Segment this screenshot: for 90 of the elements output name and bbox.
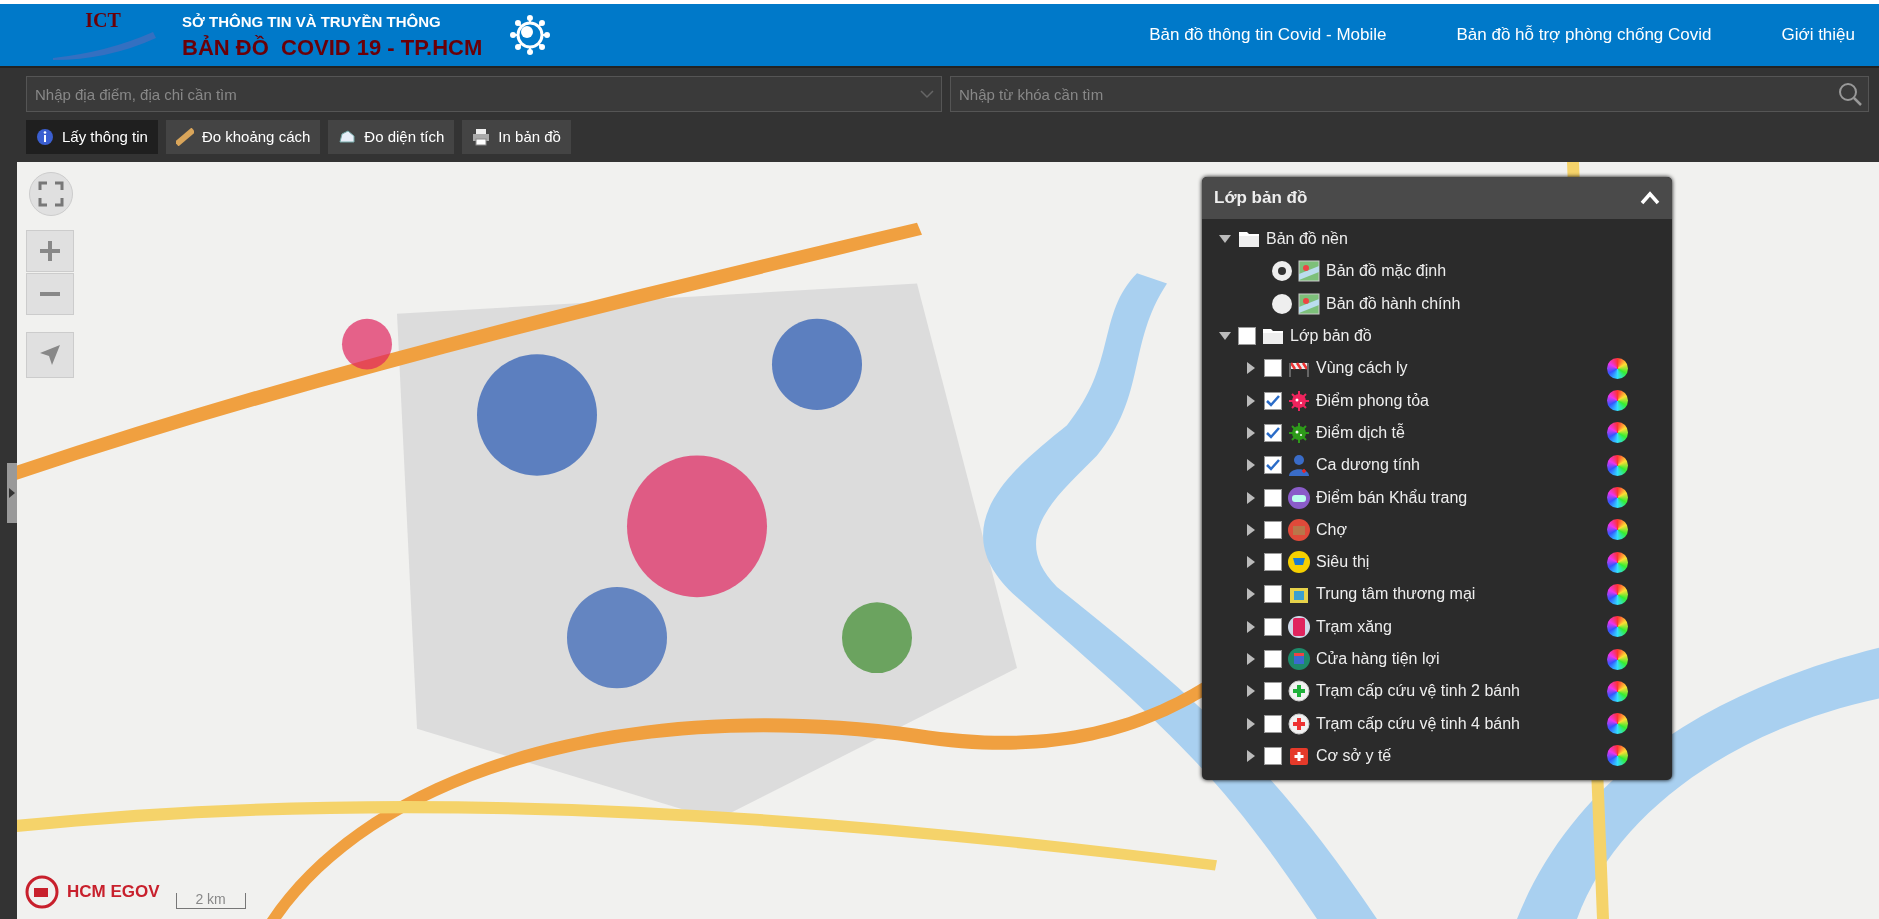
layer-label[interactable]: Trung tâm thương mại <box>1316 582 1476 607</box>
site-title: BẢN ĐỒ COVID 19 - TP.HCM <box>182 37 483 60</box>
sidebar-toggle[interactable] <box>7 463 17 523</box>
checkbox[interactable] <box>1264 359 1282 378</box>
layer-label[interactable]: Trạm xăng <box>1316 614 1392 639</box>
locate-button[interactable] <box>26 332 74 378</box>
map-icon <box>1298 292 1320 315</box>
checkbox[interactable] <box>1264 423 1282 442</box>
tool-button[interactable]: Đo diện tích <box>328 120 455 154</box>
zoom-out-button[interactable] <box>26 273 74 315</box>
checkbox[interactable] <box>1264 488 1282 507</box>
layer-label[interactable]: Vùng cách ly <box>1316 356 1408 381</box>
shop-icon <box>1288 648 1310 670</box>
checkbox[interactable] <box>1264 456 1282 475</box>
ict-logo-text: ICT <box>85 10 121 30</box>
color-picker-icon[interactable] <box>1607 648 1628 670</box>
tool-button[interactable]: Lấy thông tin <box>26 120 158 154</box>
layer-label[interactable]: Điểm dịch tễ <box>1316 420 1405 445</box>
checkbox[interactable] <box>1264 617 1282 636</box>
cross-icon <box>1288 712 1310 735</box>
tool-button[interactable]: In bản đồ <box>462 120 571 154</box>
fullscreen-icon <box>38 181 64 207</box>
virus-marker-icon <box>1288 421 1310 444</box>
virus-marker-icon <box>1288 389 1310 412</box>
radio-dot-icon <box>1278 267 1286 276</box>
layer-label[interactable]: Chợ <box>1316 517 1347 542</box>
brand-name: HCM EGOV <box>67 881 160 904</box>
color-picker-icon[interactable] <box>1607 551 1628 573</box>
nav-link[interactable]: Bản đồ hỗ trợ phòng chống Covid <box>1456 22 1712 48</box>
color-picker-icon[interactable] <box>1607 357 1628 379</box>
basket-icon <box>1288 518 1310 541</box>
scale-bar: 2 km <box>175 893 246 909</box>
checkbox[interactable] <box>1264 746 1282 765</box>
layer-label[interactable]: Bản đồ nền <box>1266 227 1348 252</box>
address-search-field[interactable]: Nhập địa điểm, địa chỉ cần tìm <box>26 76 942 112</box>
color-picker-icon[interactable] <box>1607 680 1628 702</box>
layer-label[interactable]: Ca dương tính <box>1316 453 1420 478</box>
color-picker-icon[interactable] <box>1607 745 1628 767</box>
color-picker-icon[interactable] <box>1607 454 1628 476</box>
color-picker-icon[interactable] <box>1607 519 1628 541</box>
color-picker-icon[interactable] <box>1607 390 1628 412</box>
minus-icon <box>40 292 60 296</box>
checkbox[interactable] <box>1238 327 1256 346</box>
color-picker-icon[interactable] <box>1607 616 1628 638</box>
dropdown-caret-icon <box>920 89 934 99</box>
layer-label[interactable]: Trạm cấp cứu vệ tinh 2 bánh <box>1316 679 1520 704</box>
printer-icon <box>472 128 491 146</box>
checkbox[interactable] <box>1264 714 1282 733</box>
color-picker-icon[interactable] <box>1607 487 1628 508</box>
layer-label[interactable]: Bản đồ hành chính <box>1326 291 1461 316</box>
layer-label[interactable]: Điểm bán Khẩu trang <box>1316 485 1468 510</box>
location-arrow-icon <box>38 343 62 367</box>
color-picker-icon[interactable] <box>1607 583 1628 605</box>
tool-button[interactable]: Đo khoảng cách <box>165 120 321 154</box>
panel-title: Lớp bản đồ <box>1214 187 1308 210</box>
checkbox[interactable] <box>1264 585 1282 604</box>
checkbox[interactable] <box>1264 682 1282 701</box>
area-icon <box>338 128 357 146</box>
fuel-icon <box>1288 615 1310 638</box>
radio-button[interactable] <box>1272 261 1292 282</box>
organization-name: SỞ THÔNG TIN VÀ TRUYỀN THÔNG <box>182 11 442 32</box>
radio-button[interactable] <box>1272 293 1292 314</box>
zoom-in-button[interactable] <box>26 230 74 272</box>
cart-icon <box>1288 551 1310 574</box>
cross-icon <box>1288 680 1310 703</box>
search-icon[interactable] <box>1837 81 1863 107</box>
info-icon <box>36 128 54 146</box>
plus-icon <box>38 239 62 263</box>
map-icon <box>1298 260 1320 283</box>
person-icon <box>1288 454 1310 477</box>
mask-icon <box>1288 486 1310 509</box>
color-picker-icon[interactable] <box>1607 713 1628 735</box>
checkbox[interactable] <box>1264 520 1282 539</box>
collapse-chevron-icon[interactable] <box>1640 191 1660 205</box>
layer-label[interactable]: Trạm cấp cứu vệ tinh 4 bánh <box>1316 711 1520 736</box>
checkbox[interactable] <box>1264 391 1282 410</box>
layer-label[interactable]: Cơ sở y tế <box>1316 743 1392 768</box>
keyword-search-field[interactable]: Nhập từ khóa cần tìm <box>950 76 1869 112</box>
egov-logo-icon <box>25 875 59 909</box>
layer-label[interactable]: Siêu thị <box>1316 550 1370 575</box>
nav-link[interactable]: Bản đồ thông tin Covid - Mobile <box>1149 22 1387 48</box>
checkbox[interactable] <box>1264 553 1282 572</box>
layer-label[interactable]: Điểm phong tỏa <box>1316 388 1429 413</box>
color-picker-icon[interactable] <box>1607 422 1628 444</box>
nav-link[interactable]: Giới thiệu <box>1781 22 1855 48</box>
expand-arrow-icon <box>9 488 15 498</box>
layer-label[interactable]: Lớp bản đồ <box>1290 324 1372 349</box>
layer-label[interactable]: Bản đồ mặc định <box>1326 259 1447 284</box>
checkbox[interactable] <box>1264 650 1282 668</box>
layer-label[interactable]: Cửa hàng tiện lợi <box>1316 647 1440 671</box>
